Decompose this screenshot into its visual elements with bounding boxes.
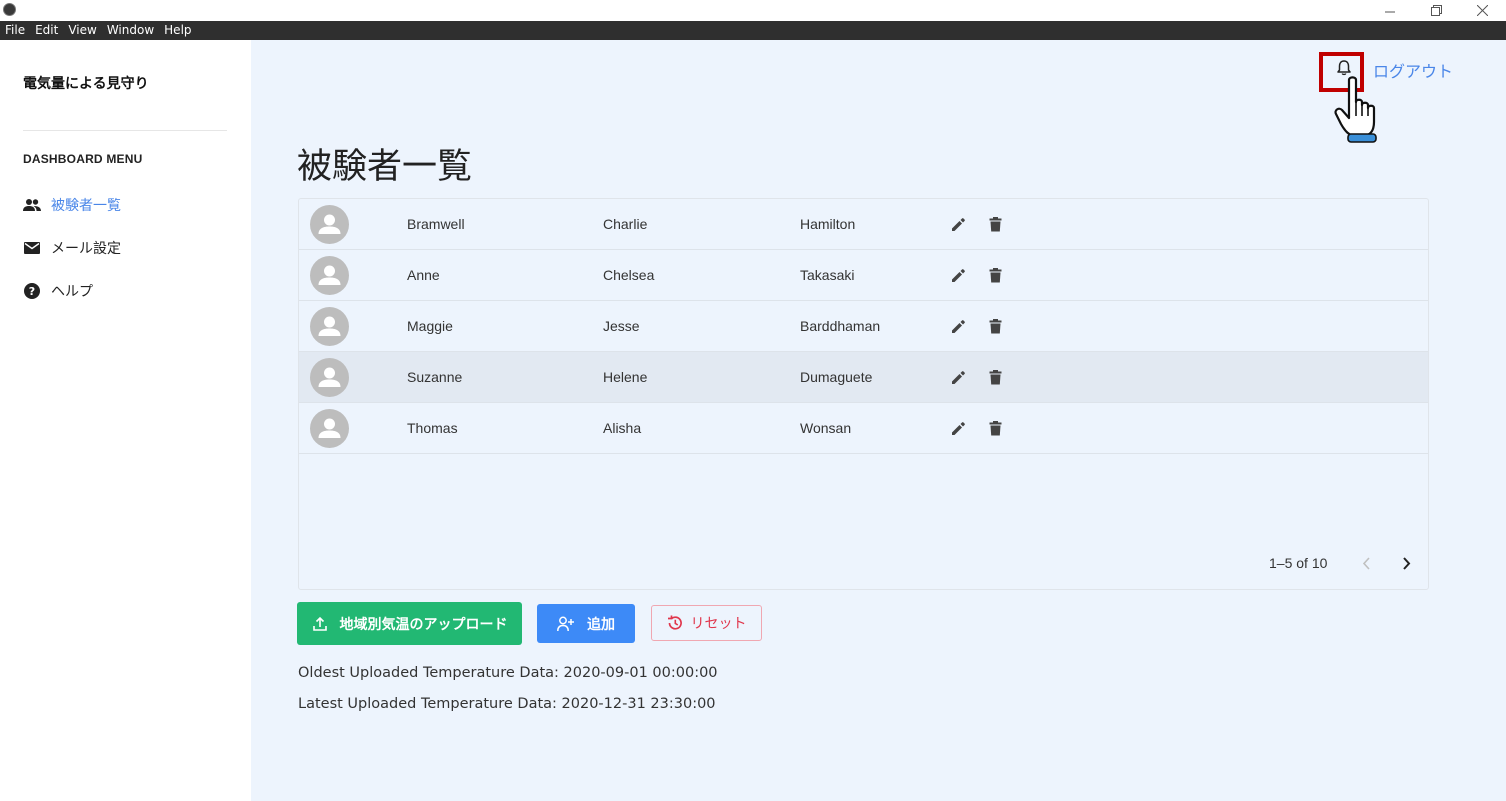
avatar [310,408,349,448]
cell-col2: Alisha [603,420,642,436]
cell-col1: Bramwell [407,216,465,232]
help-icon: ? [23,282,41,300]
cell-col3: Wonsan [800,420,852,436]
cell-col2: Helene [603,369,648,385]
table-row[interactable]: Anne Chelsea Takasaki [299,250,1428,301]
menu-edit[interactable]: Edit [35,21,58,40]
close-icon[interactable] [1459,0,1505,21]
cell-col1: Thomas [407,420,458,436]
upload-temperature-button[interactable]: 地域別気温のアップロード [297,602,522,645]
people-icon [23,196,41,214]
oldest-data-text: Oldest Uploaded Temperature Data: 2020-0… [298,665,718,681]
cell-col3: Barddhaman [800,318,881,334]
delete-icon[interactable] [985,316,1005,336]
table-row[interactable]: Maggie Jesse Barddhaman [299,301,1428,352]
logout-link[interactable]: ログアウト [1373,58,1453,82]
sidebar-divider [23,130,227,131]
delete-icon[interactable] [985,418,1005,438]
sidebar-item-help[interactable]: ? ヘルプ [23,280,93,302]
page-title: 被験者一覧 [297,147,473,187]
add-subject-button[interactable]: 追加 [537,604,635,643]
cell-col3: Dumaguete [800,369,873,385]
menu-view[interactable]: View [68,21,96,40]
minimize-icon[interactable] [1367,0,1413,21]
cell-col2: Charlie [603,216,648,232]
table-row[interactable]: Bramwell Charlie Hamilton [299,199,1428,250]
edit-icon[interactable] [948,367,968,387]
subjects-table: Bramwell Charlie Hamilton Anne Chelsea T… [298,198,1429,590]
mail-icon [23,239,41,257]
edit-icon[interactable] [948,316,968,336]
edit-icon[interactable] [948,214,968,234]
edit-icon[interactable] [948,418,968,438]
avatar [310,255,349,295]
cell-col1: Suzanne [407,369,463,385]
delete-icon[interactable] [985,214,1005,234]
latest-data-text: Latest Uploaded Temperature Data: 2020-1… [298,696,716,712]
sidebar-heading: DASHBOARD MENU [23,152,143,166]
chevron-right-icon[interactable] [1394,551,1418,575]
add-button-label: 追加 [587,616,615,633]
avatar [310,204,349,244]
cell-col3: Hamilton [800,216,856,232]
pagination-text: 1–5 of 10 [1269,555,1328,571]
bell-icon[interactable] [1331,55,1357,81]
reset-button[interactable]: リセット [651,605,762,641]
app-title: 電気量による見守り [23,76,149,92]
chevron-left-icon[interactable] [1354,551,1378,575]
delete-icon[interactable] [985,265,1005,285]
delete-icon[interactable] [985,367,1005,387]
history-icon [667,615,683,631]
upload-button-label: 地域別気温のアップロード [339,616,508,633]
sidebar: 電気量による見守り DASHBOARD MENU 被験者一覧 メール設定 ? ヘ… [0,40,251,801]
cell-col1: Anne [407,267,440,283]
table-row[interactable]: Thomas Alisha Wonsan [299,403,1428,454]
sidebar-item-label: 被験者一覧 [51,198,121,214]
cell-col3: Takasaki [800,267,855,283]
svg-text:?: ? [29,285,35,298]
edit-icon[interactable] [948,265,968,285]
add-user-icon [557,616,575,632]
upload-icon [312,616,328,632]
sidebar-item-mail-settings[interactable]: メール設定 [23,237,121,259]
window-titlebar [0,0,1506,21]
sidebar-item-label: メール設定 [51,241,121,257]
avatar [310,357,349,397]
cell-col2: Jesse [603,318,640,334]
avatar [310,306,349,346]
sidebar-item-label: ヘルプ [51,284,93,300]
cell-col2: Chelsea [603,267,655,283]
app-icon [3,3,16,16]
restore-icon[interactable] [1413,0,1459,21]
sidebar-item-subjects[interactable]: 被験者一覧 [23,194,121,216]
cell-col1: Maggie [407,318,453,334]
menu-help[interactable]: Help [164,21,191,40]
menu-window[interactable]: Window [107,21,154,40]
reset-button-label: リセット [690,616,747,632]
menu-file[interactable]: File [5,21,25,40]
menu-bar: File Edit View Window Help [0,21,1506,40]
table-row[interactable]: Suzanne Helene Dumaguete [299,352,1428,403]
